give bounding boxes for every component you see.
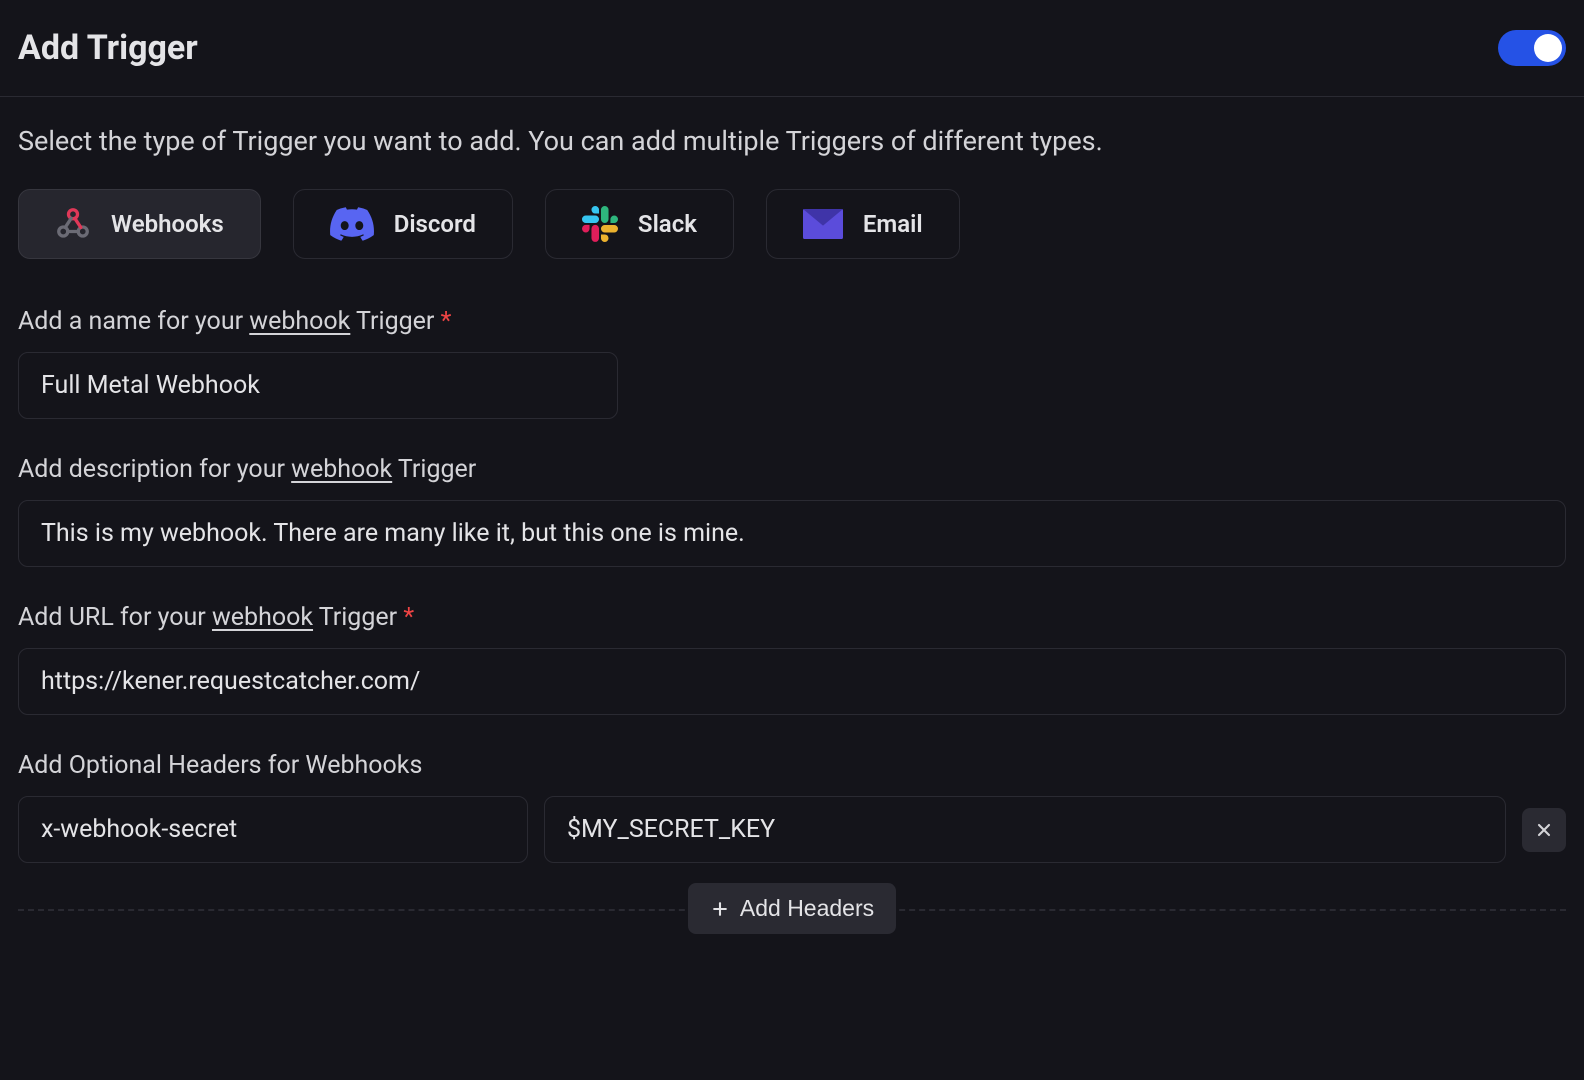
trigger-type-slack[interactable]: Slack	[545, 189, 734, 259]
header-key-input[interactable]	[18, 796, 528, 863]
trigger-type-email[interactable]: Email	[766, 189, 960, 259]
add-headers-label: Add Headers	[740, 895, 874, 922]
toggle-knob	[1534, 34, 1562, 62]
webhook-icon	[55, 206, 91, 242]
headers-field-group: Add Optional Headers for Webhooks Add He…	[18, 751, 1566, 934]
trigger-type-discord[interactable]: Discord	[293, 189, 513, 259]
url-input[interactable]	[18, 648, 1566, 715]
description-field-group: Add description for your webhook Trigger	[18, 455, 1566, 567]
headers-label: Add Optional Headers for Webhooks	[18, 751, 1566, 780]
close-icon	[1534, 820, 1554, 840]
add-headers-row: Add Headers	[18, 883, 1566, 934]
discord-icon	[330, 207, 374, 241]
trigger-type-label: Discord	[394, 210, 476, 238]
trigger-type-label: Email	[863, 210, 923, 238]
trigger-type-webhooks[interactable]: Webhooks	[18, 189, 261, 259]
trigger-type-tabs: Webhooks Discord Slack	[18, 189, 1566, 259]
header: Add Trigger	[0, 0, 1584, 97]
name-input[interactable]	[18, 352, 618, 419]
page-title: Add Trigger	[18, 28, 198, 68]
name-label: Add a name for your webhook Trigger *	[18, 307, 1566, 336]
content: Select the type of Trigger you want to a…	[0, 97, 1584, 998]
enable-toggle[interactable]	[1498, 30, 1566, 66]
add-headers-button[interactable]: Add Headers	[688, 883, 896, 934]
url-label: Add URL for your webhook Trigger *	[18, 603, 1566, 632]
trigger-type-label: Slack	[638, 210, 697, 238]
header-value-input[interactable]	[544, 796, 1506, 863]
instruction-text: Select the type of Trigger you want to a…	[18, 125, 1566, 157]
slack-icon	[582, 206, 618, 242]
name-field-group: Add a name for your webhook Trigger *	[18, 307, 1566, 419]
header-row	[18, 796, 1566, 863]
email-icon	[803, 209, 843, 239]
description-input[interactable]	[18, 500, 1566, 567]
remove-header-button[interactable]	[1522, 808, 1566, 852]
plus-icon	[710, 899, 730, 919]
description-label: Add description for your webhook Trigger	[18, 455, 1566, 484]
url-field-group: Add URL for your webhook Trigger *	[18, 603, 1566, 715]
trigger-type-label: Webhooks	[111, 210, 224, 238]
